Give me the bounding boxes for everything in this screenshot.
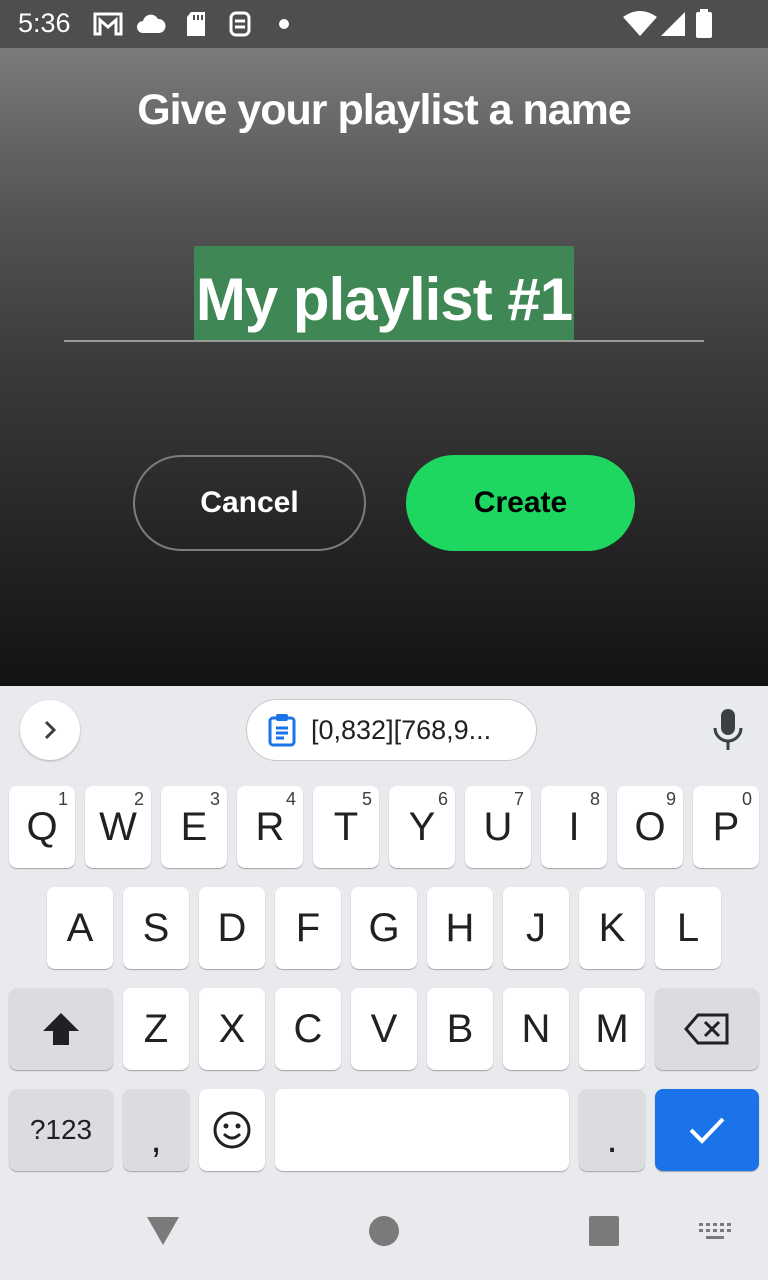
- key-u[interactable]: U7: [465, 786, 531, 868]
- key-t[interactable]: T5: [313, 786, 379, 868]
- key-l[interactable]: L: [655, 887, 721, 969]
- key-n[interactable]: N: [503, 988, 569, 1070]
- key-label: Y: [408, 804, 436, 849]
- key-hint: 8: [589, 789, 600, 809]
- key-w[interactable]: W2: [85, 786, 151, 868]
- recents-icon[interactable]: [588, 1215, 620, 1247]
- shift-icon: [43, 1013, 79, 1045]
- shift-key[interactable]: [9, 988, 113, 1070]
- key-a[interactable]: A: [47, 887, 113, 969]
- key-label: T: [333, 804, 359, 849]
- key-i[interactable]: I8: [541, 786, 607, 868]
- done-key[interactable]: [655, 1089, 759, 1171]
- screenshot-icon: [229, 11, 251, 37]
- key-hint: 4: [285, 789, 296, 809]
- key-y[interactable]: Y6: [389, 786, 455, 868]
- key-hint: 2: [133, 789, 144, 809]
- key-x[interactable]: X: [199, 988, 265, 1070]
- key-label: E: [180, 804, 208, 849]
- key-label: Q: [26, 804, 58, 849]
- key-g[interactable]: G: [351, 887, 417, 969]
- dot-icon: [279, 19, 289, 29]
- key-label: O: [634, 804, 666, 849]
- key-m[interactable]: M: [579, 988, 645, 1070]
- microphone-icon[interactable]: [708, 706, 748, 754]
- chevron-right-icon: [44, 720, 57, 740]
- playlist-name-value[interactable]: My playlist #1: [193, 246, 575, 340]
- keyboard-switch-icon[interactable]: [698, 1222, 732, 1242]
- key-r[interactable]: R4: [237, 786, 303, 868]
- key-q[interactable]: Q1: [9, 786, 75, 868]
- back-icon[interactable]: [145, 1215, 181, 1247]
- navigation-bar: [0, 1190, 768, 1280]
- gmail-icon: [93, 12, 123, 36]
- key-label: P: [712, 804, 740, 849]
- key-label: I: [568, 804, 580, 849]
- status-bar: 5:36: [0, 0, 768, 48]
- playlist-name-input[interactable]: My playlist #1: [64, 246, 704, 342]
- key-k[interactable]: K: [579, 887, 645, 969]
- home-icon[interactable]: [368, 1215, 400, 1247]
- key-hint: 6: [437, 789, 448, 809]
- key-c[interactable]: C: [275, 988, 341, 1070]
- key-hint: 3: [209, 789, 220, 809]
- key-label: W: [99, 804, 137, 849]
- create-button[interactable]: Create: [406, 455, 635, 551]
- key-e[interactable]: E3: [161, 786, 227, 868]
- key-hint: 9: [665, 789, 676, 809]
- key-label: R: [255, 804, 285, 849]
- backspace-key[interactable]: [655, 988, 759, 1070]
- key-b[interactable]: B: [427, 988, 493, 1070]
- battery-icon: [696, 9, 712, 38]
- key-j[interactable]: J: [503, 887, 569, 969]
- key-o[interactable]: O9: [617, 786, 683, 868]
- clipboard-suggestion-text: [0,832][768,9...: [311, 714, 492, 745]
- key-s[interactable]: S: [123, 887, 189, 969]
- cloud-icon: [137, 14, 166, 33]
- wifi-icon: [623, 11, 657, 36]
- symbols-key[interactable]: ?123: [9, 1089, 113, 1171]
- backspace-icon: [684, 1013, 729, 1045]
- signal-icon: [661, 12, 685, 36]
- key-h[interactable]: H: [427, 887, 493, 969]
- expand-suggestions-button[interactable]: [20, 700, 80, 760]
- key-p[interactable]: P0: [693, 786, 759, 868]
- comma-key[interactable]: ,: [123, 1089, 189, 1171]
- emoji-key[interactable]: [199, 1089, 265, 1171]
- key-v[interactable]: V: [351, 988, 417, 1070]
- key-z[interactable]: Z: [123, 988, 189, 1070]
- key-hint: 0: [741, 789, 752, 809]
- sd-card-icon: [187, 12, 205, 36]
- key-hint: 5: [361, 789, 372, 809]
- key-label: U: [483, 804, 513, 849]
- status-time: 5:36: [18, 8, 71, 38]
- create-playlist-dialog: Give your playlist a name My playlist #1…: [0, 48, 768, 686]
- clipboard-icon: [268, 714, 296, 747]
- cancel-button[interactable]: Cancel: [133, 455, 366, 551]
- checkmark-icon: [689, 1117, 725, 1144]
- space-key[interactable]: [275, 1089, 569, 1171]
- dialog-title: Give your playlist a name: [137, 86, 632, 134]
- soft-keyboard: [0,832][768,9... Q1 W2 E3 R4 T5 Y6 U7 I8…: [0, 686, 768, 1190]
- key-hint: 1: [57, 789, 68, 809]
- period-key[interactable]: .: [579, 1089, 645, 1171]
- emoji-icon: [213, 1111, 251, 1149]
- key-f[interactable]: F: [275, 887, 341, 969]
- clipboard-suggestion-chip[interactable]: [0,832][768,9...: [246, 699, 537, 761]
- key-hint: 7: [513, 789, 524, 809]
- key-d[interactable]: D: [199, 887, 265, 969]
